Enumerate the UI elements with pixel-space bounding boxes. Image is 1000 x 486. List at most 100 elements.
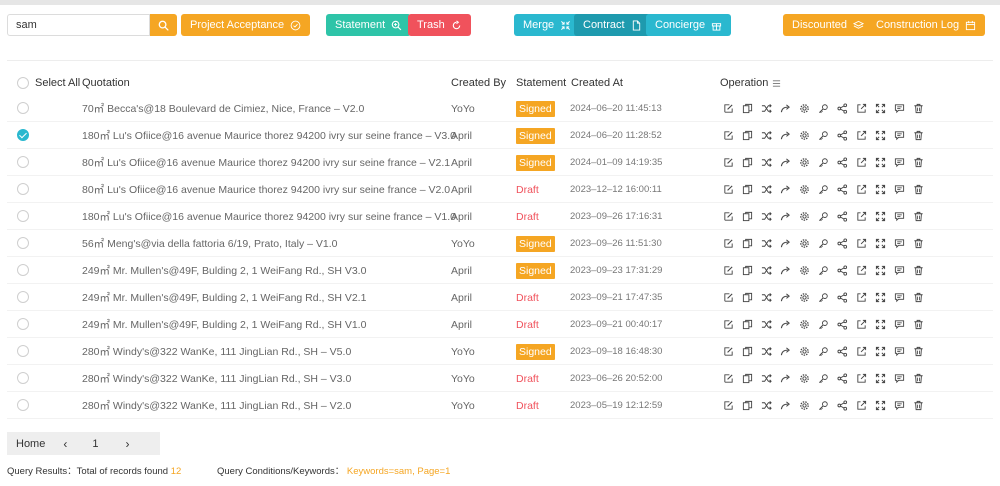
delete-icon[interactable] (912, 129, 925, 142)
key-icon[interactable] (817, 102, 830, 115)
quotation-link[interactable]: 80㎡ Lu's Ofiice@16 avenue Maurice thorez… (82, 149, 450, 176)
share-nodes-icon[interactable] (836, 318, 849, 331)
pagination-next[interactable]: › (125, 437, 129, 451)
share-nodes-icon[interactable] (836, 345, 849, 358)
copy-icon[interactable] (741, 210, 754, 223)
export-icon[interactable] (855, 399, 868, 412)
share-arrow-icon[interactable] (779, 102, 792, 115)
copy-icon[interactable] (741, 318, 754, 331)
comment-icon[interactable] (893, 264, 906, 277)
settings-icon[interactable] (798, 156, 811, 169)
expand-icon[interactable] (874, 264, 887, 277)
share-nodes-icon[interactable] (836, 210, 849, 223)
shuffle-icon[interactable] (760, 345, 773, 358)
edit-icon[interactable] (722, 399, 735, 412)
export-icon[interactable] (855, 318, 868, 331)
copy-icon[interactable] (741, 372, 754, 385)
export-icon[interactable] (855, 183, 868, 196)
export-icon[interactable] (855, 237, 868, 250)
concierge-button[interactable]: Concierge (646, 14, 732, 36)
export-icon[interactable] (855, 372, 868, 385)
comment-icon[interactable] (893, 129, 906, 142)
comment-icon[interactable] (893, 210, 906, 223)
row-select-checkbox[interactable] (17, 318, 29, 330)
share-nodes-icon[interactable] (836, 156, 849, 169)
shuffle-icon[interactable] (760, 264, 773, 277)
expand-icon[interactable] (874, 183, 887, 196)
edit-icon[interactable] (722, 210, 735, 223)
key-icon[interactable] (817, 183, 830, 196)
key-icon[interactable] (817, 291, 830, 304)
quotation-link[interactable]: 80㎡ Lu's Ofiice@16 avenue Maurice thorez… (82, 176, 450, 203)
share-arrow-icon[interactable] (779, 291, 792, 304)
copy-icon[interactable] (741, 237, 754, 250)
share-arrow-icon[interactable] (779, 399, 792, 412)
settings-icon[interactable] (798, 129, 811, 142)
share-arrow-icon[interactable] (779, 183, 792, 196)
row-select-checkbox[interactable] (17, 345, 29, 357)
comment-icon[interactable] (893, 399, 906, 412)
row-select-checkbox[interactable] (17, 372, 29, 384)
share-arrow-icon[interactable] (779, 318, 792, 331)
row-select-checkbox[interactable] (17, 183, 29, 195)
quotation-link[interactable]: 249㎡ Mr. Mullen's@49F, Bulding 2, 1 WeiF… (82, 284, 366, 311)
share-nodes-icon[interactable] (836, 129, 849, 142)
row-select-checkbox[interactable] (17, 399, 29, 411)
copy-icon[interactable] (741, 399, 754, 412)
share-nodes-icon[interactable] (836, 102, 849, 115)
delete-icon[interactable] (912, 183, 925, 196)
settings-icon[interactable] (798, 210, 811, 223)
edit-icon[interactable] (722, 264, 735, 277)
quotation-link[interactable]: 56㎡ Meng's@via della fattoria 6/19, Prat… (82, 230, 337, 257)
quotation-link[interactable]: 280㎡ Windy's@322 WanKe, 111 JingLian Rd.… (82, 338, 351, 365)
edit-icon[interactable] (722, 345, 735, 358)
shuffle-icon[interactable] (760, 129, 773, 142)
share-arrow-icon[interactable] (779, 129, 792, 142)
shuffle-icon[interactable] (760, 183, 773, 196)
quotation-link[interactable]: 180㎡ Lu's Ofiice@16 avenue Maurice thore… (82, 122, 456, 149)
expand-icon[interactable] (874, 291, 887, 304)
share-arrow-icon[interactable] (779, 237, 792, 250)
expand-icon[interactable] (874, 399, 887, 412)
edit-icon[interactable] (722, 372, 735, 385)
edit-icon[interactable] (722, 291, 735, 304)
delete-icon[interactable] (912, 264, 925, 277)
row-select-checkbox[interactable] (17, 156, 29, 168)
copy-icon[interactable] (741, 102, 754, 115)
key-icon[interactable] (817, 372, 830, 385)
settings-icon[interactable] (798, 318, 811, 331)
delete-icon[interactable] (912, 372, 925, 385)
edit-icon[interactable] (722, 318, 735, 331)
share-nodes-icon[interactable] (836, 237, 849, 250)
shuffle-icon[interactable] (760, 372, 773, 385)
row-select-checkbox[interactable] (17, 264, 29, 276)
merge-button[interactable]: Merge (514, 14, 581, 36)
share-nodes-icon[interactable] (836, 291, 849, 304)
settings-icon[interactable] (798, 237, 811, 250)
delete-icon[interactable] (912, 318, 925, 331)
menu-icon[interactable] (772, 79, 781, 88)
copy-icon[interactable] (741, 129, 754, 142)
copy-icon[interactable] (741, 264, 754, 277)
settings-icon[interactable] (798, 372, 811, 385)
shuffle-icon[interactable] (760, 156, 773, 169)
share-arrow-icon[interactable] (779, 372, 792, 385)
key-icon[interactable] (817, 264, 830, 277)
delete-icon[interactable] (912, 102, 925, 115)
comment-icon[interactable] (893, 345, 906, 358)
pagination-current-page[interactable]: 1 (92, 438, 98, 450)
settings-icon[interactable] (798, 264, 811, 277)
pagination-prev[interactable]: ‹ (63, 437, 67, 451)
export-icon[interactable] (855, 264, 868, 277)
settings-icon[interactable] (798, 102, 811, 115)
project-acceptance-button[interactable]: Project Acceptance (181, 14, 311, 36)
delete-icon[interactable] (912, 345, 925, 358)
export-icon[interactable] (855, 156, 868, 169)
expand-icon[interactable] (874, 102, 887, 115)
contract-button[interactable]: Contract (574, 14, 651, 36)
share-nodes-icon[interactable] (836, 399, 849, 412)
copy-icon[interactable] (741, 156, 754, 169)
search-input[interactable] (7, 14, 150, 36)
shuffle-icon[interactable] (760, 318, 773, 331)
shuffle-icon[interactable] (760, 210, 773, 223)
